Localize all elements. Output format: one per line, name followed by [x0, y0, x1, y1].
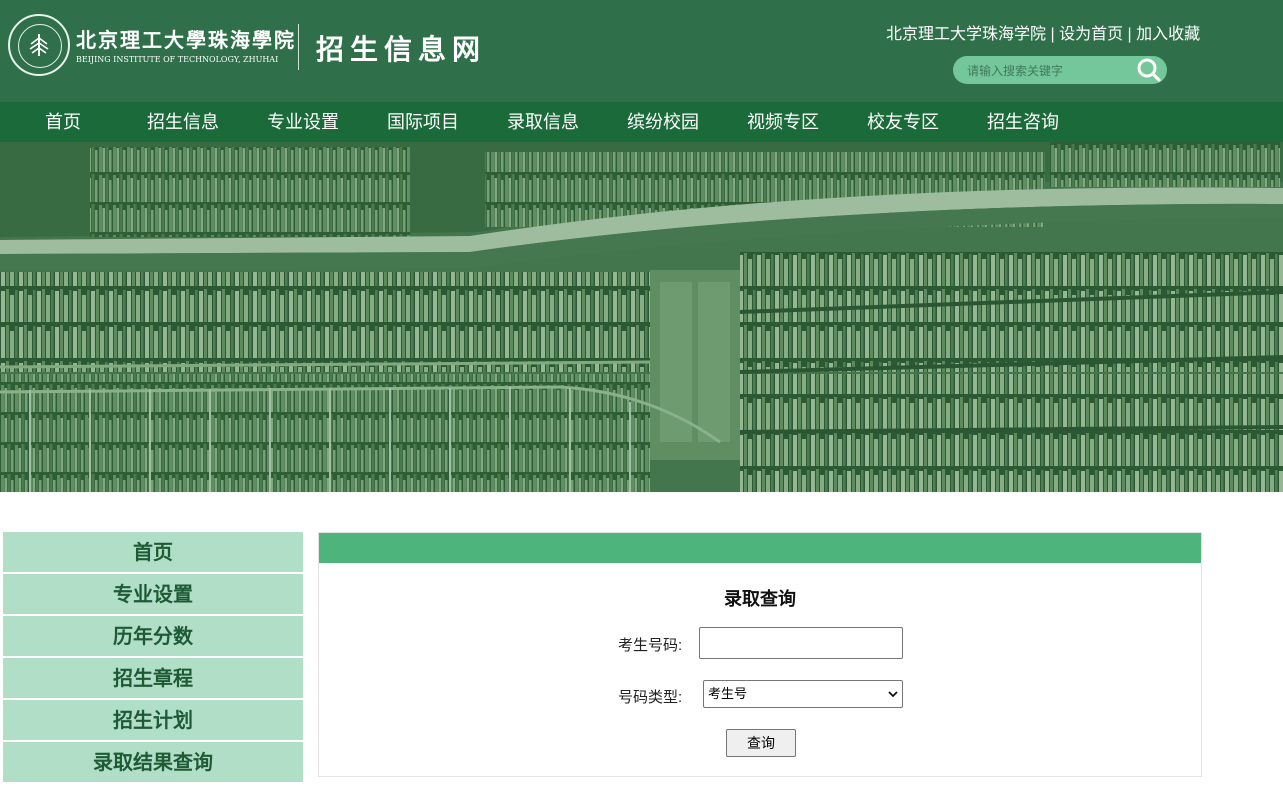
nav-item-home[interactable]: 首页: [45, 102, 81, 142]
number-type-select[interactable]: 考生号: [703, 680, 903, 708]
panel-header-bar: [319, 533, 1201, 563]
nav-item-majors[interactable]: 专业设置: [267, 102, 339, 142]
library-illustration: [0, 142, 1283, 492]
nav-item-consult[interactable]: 招生咨询: [987, 102, 1059, 142]
nav-item-international[interactable]: 国际项目: [387, 102, 459, 142]
school-logo[interactable]: [8, 14, 70, 76]
nav-item-admission-results[interactable]: 录取信息: [507, 102, 579, 142]
query-submit-button[interactable]: 查询: [726, 729, 796, 757]
banner-library-image: [0, 142, 1283, 492]
nav-item-campus[interactable]: 缤纷校园: [627, 102, 699, 142]
link-separator: |: [1046, 26, 1060, 43]
top-links: 北京理工大学珠海学院 | 设为首页 | 加入收藏: [886, 20, 1200, 44]
sidebar-item-result-query[interactable]: 录取结果查询: [3, 742, 303, 782]
number-type-label: 号码类型:: [618, 689, 683, 706]
chevron-down-icon: [888, 691, 898, 698]
school-name-en: BEIJING INSTITUTE OF TECHNOLOGY, ZHUHAI: [76, 55, 279, 64]
sidebar-item-past-scores[interactable]: 历年分数: [3, 616, 303, 656]
search-icon[interactable]: [1135, 57, 1163, 83]
exam-number-input[interactable]: [699, 627, 903, 659]
header: 北京理工大學珠海學院 BEIJING INSTITUTE OF TECHNOLO…: [0, 0, 1283, 102]
sidebar: 首页 专业设置 历年分数 招生章程 招生计划 录取结果查询: [3, 532, 303, 784]
sidebar-item-charter[interactable]: 招生章程: [3, 658, 303, 698]
site-title[interactable]: 招生信息网: [316, 28, 486, 68]
nav-item-admission-info[interactable]: 招生信息: [147, 102, 219, 142]
sidebar-item-majors[interactable]: 专业设置: [3, 574, 303, 614]
sidebar-item-plan[interactable]: 招生计划: [3, 700, 303, 740]
nav-item-alumni[interactable]: 校友专区: [867, 102, 939, 142]
search-box: [953, 56, 1167, 84]
set-homepage-link[interactable]: 设为首页: [1059, 26, 1123, 43]
query-panel: 录取查询 考生号码: 号码类型: 考生号 查询: [318, 532, 1202, 777]
main-nav: 首页 招生信息 专业设置 国际项目 录取信息 缤纷校园 视频专区 校友专区 招生…: [0, 102, 1283, 142]
link-separator: |: [1123, 26, 1137, 43]
logo-tree-icon: [29, 34, 49, 56]
nav-item-videos[interactable]: 视频专区: [747, 102, 819, 142]
search-input[interactable]: [965, 60, 1129, 82]
header-divider: [298, 24, 299, 70]
add-bookmark-link[interactable]: 加入收藏: [1136, 26, 1200, 43]
exam-number-label: 考生号码:: [618, 637, 683, 654]
query-title: 录取查询: [724, 589, 796, 609]
number-type-selected: 考生号: [708, 686, 748, 701]
school-home-link[interactable]: 北京理工大学珠海学院: [886, 26, 1046, 43]
sidebar-item-home[interactable]: 首页: [3, 532, 303, 572]
school-name-cn: 北京理工大學珠海學院: [76, 28, 296, 52]
